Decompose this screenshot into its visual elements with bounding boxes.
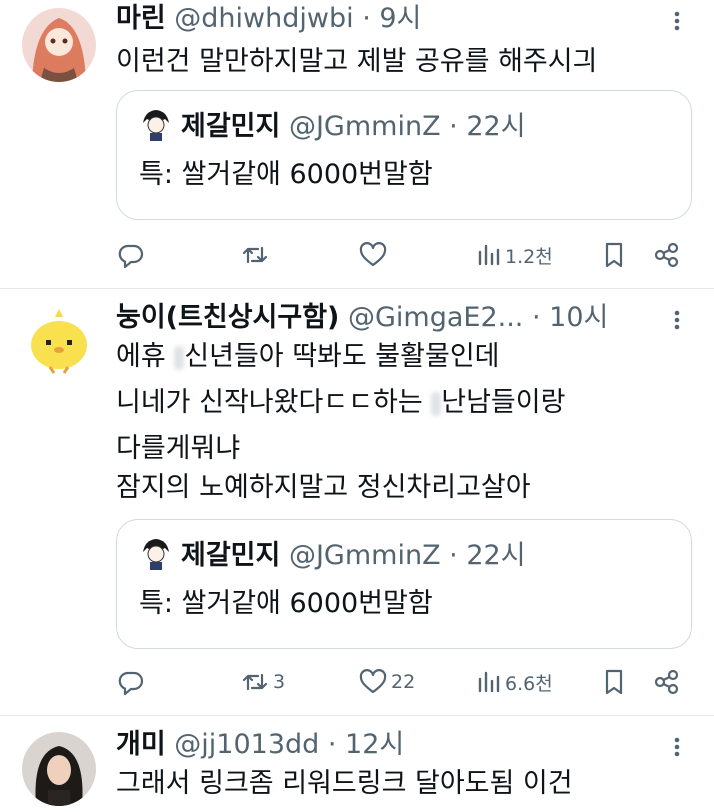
tweet-header: 개미 @jj1013dd · 12시 xyxy=(116,728,404,762)
quote-display-name[interactable]: 제갈민지 xyxy=(181,111,280,142)
timestamp[interactable]: · 10시 xyxy=(532,302,608,333)
views-button[interactable]: 6.6천 xyxy=(476,665,553,699)
tweet-header: 마린 @dhiwhdjwbi · 9시 xyxy=(116,2,421,36)
reply-icon xyxy=(118,671,144,696)
tweet-header: 눙이(트친상시구함) @GimgaE2... · 10시 xyxy=(116,301,608,335)
display-name[interactable]: 마린 xyxy=(116,3,166,34)
quote-header: 제갈민지 @JGmminZ · 22시 xyxy=(139,107,526,145)
like-count: 22 xyxy=(391,671,416,693)
avatar-nungi[interactable] xyxy=(22,303,96,377)
share-icon xyxy=(654,669,679,695)
heart-icon xyxy=(359,242,387,267)
quote-timestamp[interactable]: · 22시 xyxy=(449,540,525,571)
user-handle[interactable]: @jj1013dd xyxy=(174,729,319,760)
quote-text: 특: 쌀거같애 6000번말함 xyxy=(139,159,433,190)
quote-tweet[interactable]: 제갈민지 @JGmminZ · 22시 특: 쌀거같애 6000번말함 xyxy=(116,519,692,649)
bookmark-icon xyxy=(605,242,623,268)
quote-handle[interactable]: @JGmminZ xyxy=(289,111,441,142)
tweet-text: 이런건 말만하지말고 제발 공유를 해주시긔 xyxy=(116,46,598,77)
quote-header: 제갈민지 @JGmminZ · 22시 xyxy=(139,536,526,574)
timestamp[interactable]: · 9시 xyxy=(362,3,421,34)
tweet-3[interactable]: 개미 @jj1013dd · 12시 그래서 링크좀 리워드링크 달아도됨 이건 xyxy=(0,716,714,812)
retweet-count: 3 xyxy=(273,671,286,693)
share-button[interactable] xyxy=(652,665,682,699)
quote-display-name[interactable]: 제갈민지 xyxy=(181,540,280,571)
retweet-button[interactable]: 3 xyxy=(240,665,285,699)
tweet-1[interactable]: 마린 @dhiwhdjwbi · 9시 이런건 말만하지말고 제발 공유를 해주… xyxy=(0,0,714,288)
more-options-icon[interactable] xyxy=(664,730,690,764)
redaction-blur xyxy=(174,345,185,370)
reply-icon xyxy=(118,244,144,269)
reply-button[interactable] xyxy=(116,665,146,699)
retweet-icon xyxy=(242,673,268,691)
quote-avatar xyxy=(139,536,173,570)
more-options-icon[interactable] xyxy=(664,303,690,337)
views-count: 1.2천 xyxy=(505,245,553,268)
views-count: 6.6천 xyxy=(505,672,553,695)
reply-button[interactable] xyxy=(116,238,146,272)
tweet-text-line-2: 니네가 신작나왔다ㄷㄷ하는 난남들이랑 xyxy=(116,387,566,418)
views-button[interactable]: 1.2천 xyxy=(476,238,553,272)
quote-avatar xyxy=(139,107,173,141)
bookmark-icon xyxy=(605,669,623,695)
more-options-icon[interactable] xyxy=(664,4,690,38)
tweet-text-line-3: 다를게뭐냐 xyxy=(116,433,241,464)
share-button[interactable] xyxy=(652,238,682,272)
display-name[interactable]: 개미 xyxy=(116,729,166,760)
bookmark-button[interactable] xyxy=(600,665,628,699)
tweet-2[interactable]: 눙이(트친상시구함) @GimgaE2... · 10시 에휴 신년들아 딱봐도… xyxy=(0,289,714,715)
quote-tweet[interactable]: 제갈민지 @JGmminZ · 22시 특: 쌀거같애 6000번말함 xyxy=(116,90,692,220)
avatar-gaemi[interactable] xyxy=(22,732,96,806)
retweet-button[interactable] xyxy=(240,238,273,272)
heart-icon xyxy=(359,669,387,694)
quote-timestamp[interactable]: · 22시 xyxy=(449,111,525,142)
redaction-blur xyxy=(431,391,442,416)
retweet-icon xyxy=(242,246,268,264)
user-handle[interactable]: @GimgaE2... xyxy=(348,302,523,333)
quote-handle[interactable]: @JGmminZ xyxy=(289,540,441,571)
like-button[interactable] xyxy=(358,238,391,272)
bookmark-button[interactable] xyxy=(600,238,628,272)
quote-text: 특: 쌀거같애 6000번말함 xyxy=(139,588,433,619)
share-icon xyxy=(654,242,679,268)
views-icon xyxy=(478,244,500,266)
like-button[interactable]: 22 xyxy=(358,665,415,699)
avatar-marin[interactable] xyxy=(22,8,96,82)
tweet-text-line-4: 잠지의 노예하지말고 정신차리고살아 xyxy=(116,472,531,503)
timestamp[interactable]: · 12시 xyxy=(328,729,404,760)
views-icon xyxy=(478,671,500,693)
user-handle[interactable]: @dhiwhdjwbi xyxy=(174,3,353,34)
action-bar: 3 22 6.6천 xyxy=(116,665,690,699)
tweet-text-line-1: 에휴 신년들아 딱봐도 불활물인데 xyxy=(116,341,500,372)
display-name[interactable]: 눙이(트친상시구함) xyxy=(116,302,339,333)
tweet-text: 그래서 링크좀 리워드링크 달아도됨 이건 xyxy=(116,768,573,799)
action-bar: 1.2천 xyxy=(116,238,690,272)
